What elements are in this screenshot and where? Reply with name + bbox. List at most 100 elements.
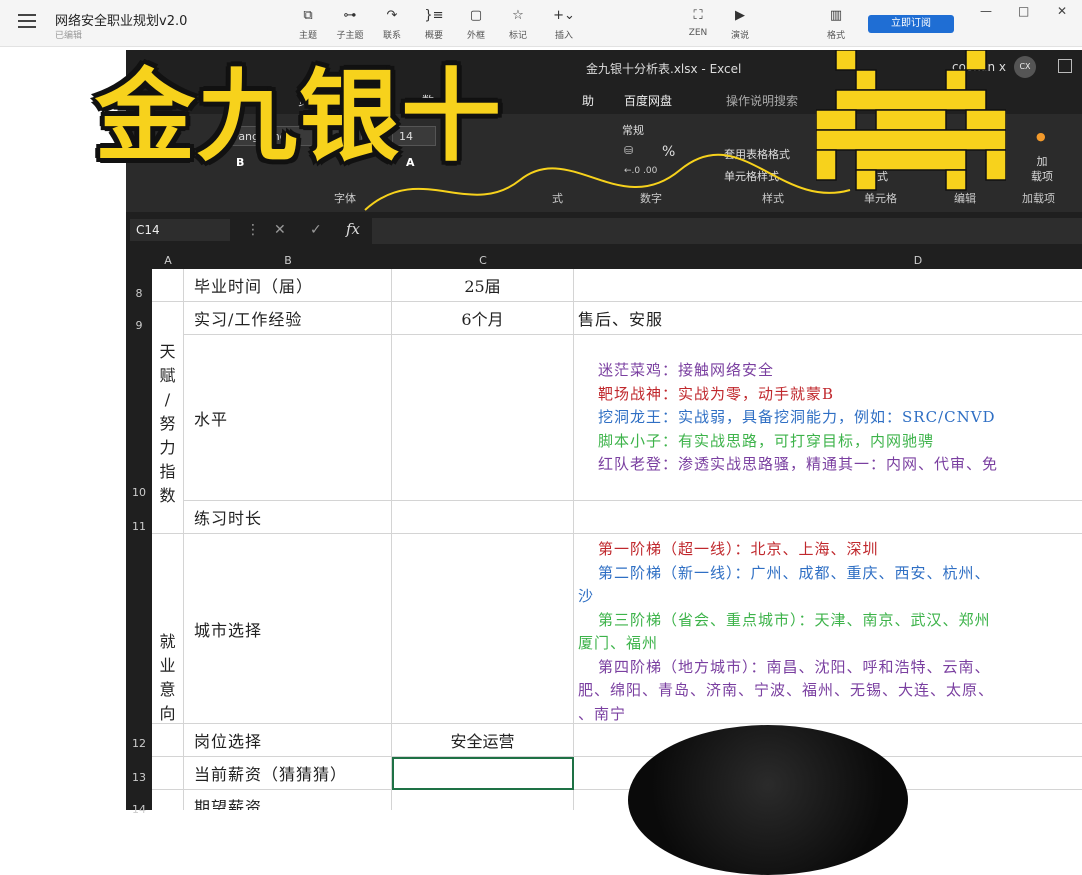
cell-group-employment[interactable]: 就 业 意 向 (152, 534, 184, 724)
level-line: 红队老登：渗透实战思路骚，精通其一：内网、代审、免 (598, 455, 999, 473)
cell-c9[interactable]: 6个月 (392, 302, 574, 335)
ribbon-display-icon[interactable] (1058, 59, 1072, 73)
row-header[interactable]: 9 (126, 319, 152, 332)
cell-c12[interactable] (392, 534, 574, 724)
row-header[interactable]: 12 (126, 737, 152, 750)
toolbar-frame-button[interactable]: ▢ 外框 (456, 8, 496, 41)
level-line: 靶场战神：实战为零，动手就蒙B (598, 384, 835, 403)
city-line: 厦门、福州 (578, 634, 659, 652)
cell-d12[interactable]: 第一阶梯（超一线）：北京、上海、深圳 第二阶梯（新一线）：广州、成都、重庆、西安… (574, 534, 1082, 724)
toolbar-summary-button[interactable]: }≡ 概要 (414, 8, 454, 41)
toolbar-link-button[interactable]: ↷ 联系 (372, 8, 412, 41)
format-icon: ▥ (829, 8, 843, 23)
column-header-a[interactable]: A (152, 254, 184, 267)
theme-icon: ⧉ (303, 8, 313, 23)
column-header-c[interactable]: C (392, 254, 574, 267)
cell-a14[interactable] (152, 757, 184, 790)
toolbar-present-button[interactable]: ▶ 演说 (720, 8, 760, 41)
document-status: 已编辑 (55, 31, 83, 41)
cancel-icon[interactable]: ✕ (274, 222, 286, 238)
cell-b8[interactable]: 毕业时间（届） (184, 269, 392, 302)
pixel-invader-icon (816, 50, 1006, 191)
city-line: 第四阶梯（地方城市）：南昌、沈阳、呼和浩特、云南、 (598, 657, 991, 676)
minimize-icon[interactable]: — (980, 4, 992, 18)
subtopic-icon: ⊶ (343, 8, 357, 23)
cell-d9[interactable]: 售后、安服 (574, 302, 1082, 335)
city-line: 第三阶梯（省会、重点城市）：天津、南京、武汉、郑州 (598, 610, 991, 629)
zen-icon: ⛶ (693, 8, 703, 23)
level-line: 挖洞龙王：实战弱，具备挖洞能力，例如：SRC/CNVD (598, 408, 996, 426)
sheet-grid: 毕业时间（届） 25届 天 赋 / 努 力 指 数 实习/工作经验 6个月 售后… (152, 269, 1082, 810)
app-toolbar: 网络安全职业规划v2.0 已编辑 ⧉ 主题 ⊶ 子主题 ↷ 联系 }≡ 概要 ▢ 外框 ☆… (0, 0, 1082, 47)
cell-d8[interactable] (574, 269, 1082, 302)
cell-c13[interactable]: 安全运营 (392, 724, 574, 757)
more-options-icon[interactable]: ⋮ (246, 222, 260, 238)
maximize-icon[interactable]: □ (1018, 4, 1029, 18)
level-line: 迷茫菜鸡：接触网络安全 (598, 361, 775, 379)
enter-icon[interactable]: ✓ (310, 222, 322, 238)
addin-icon: ● (1036, 130, 1046, 143)
row-header[interactable]: 13 (126, 771, 152, 784)
cell-c11[interactable] (392, 501, 574, 534)
cell-b11[interactable]: 练习时长 (184, 501, 392, 534)
city-line: 肥、绵阳、青岛、济南、宁波、福州、无锡、大连、太原、 (578, 681, 995, 699)
excel-file-name: 金九银十分析表.xlsx - Excel (586, 62, 742, 76)
cell-a15[interactable] (152, 790, 184, 810)
toolbar-insert-button[interactable]: +⌄ 插入 (544, 8, 584, 41)
toolbar-format-button[interactable]: ▥ 格式 (816, 8, 856, 41)
summary-icon: }≡ (424, 8, 444, 23)
tab-baidu-pan[interactable]: 百度网盘 (624, 92, 672, 109)
cell-c8[interactable]: 25届 (392, 269, 574, 302)
subscribe-button[interactable]: 立即订阅 (868, 15, 954, 33)
avatar[interactable]: CX (1014, 56, 1036, 78)
cell-c10[interactable] (392, 335, 574, 501)
tab-help[interactable]: 助 (582, 92, 594, 109)
column-header-b[interactable]: B (184, 254, 392, 267)
row-header[interactable]: 8 (126, 287, 152, 300)
tell-me-search[interactable]: 操作说明搜索 (726, 92, 798, 109)
cell-b13[interactable]: 岗位选择 (184, 724, 392, 757)
row-header[interactable]: 11 (126, 520, 152, 533)
name-box[interactable]: C14 (130, 219, 230, 241)
city-line: 、南宁 (578, 704, 627, 723)
cell-c14-selected[interactable] (392, 757, 574, 790)
cell-b10[interactable]: 水平 (184, 335, 392, 501)
level-line: 脚本小子：有实战思路，可打穿目标，内网驰骋 (598, 431, 935, 450)
cell-d10[interactable]: 迷茫菜鸡：接触网络安全 靶场战神：实战为零，动手就蒙B 挖洞龙王：实战弱，具备挖… (574, 335, 1082, 501)
city-line: 第一阶梯（超一线）：北京、上海、深圳 (598, 540, 879, 558)
toolbar-subtopic-button[interactable]: ⊶ 子主题 (330, 8, 370, 41)
city-line: 沙 (578, 587, 595, 605)
marker-icon: ☆ (512, 8, 524, 23)
insert-icon: +⌄ (553, 8, 575, 23)
cell-a13[interactable] (152, 724, 184, 757)
addins-group-label: 加载项 (1022, 192, 1055, 205)
frame-icon: ▢ (469, 8, 483, 23)
present-icon: ▶ (735, 8, 745, 23)
cell-group-talent[interactable]: 天 赋 / 努 力 指 数 (152, 302, 184, 534)
hamburger-menu-icon[interactable] (18, 14, 36, 28)
font-group-label: 字体 (334, 192, 356, 205)
cell-d11[interactable] (574, 501, 1082, 534)
column-header-d[interactable]: D (574, 254, 1082, 267)
toolbar-zen-button[interactable]: ⛶ ZEN (678, 8, 718, 38)
cell-a8[interactable] (152, 269, 184, 302)
number-format-select[interactable]: 常规 (622, 122, 644, 138)
close-icon[interactable]: ✕ (1057, 4, 1067, 18)
function-icon[interactable]: fx (346, 220, 360, 238)
cell-b12[interactable]: 城市选择 (184, 534, 392, 724)
presenter-head-image (628, 725, 908, 875)
link-icon: ↷ (386, 8, 398, 23)
cell-c15[interactable] (392, 790, 574, 810)
city-line: 第二阶梯（新一线）：广州、成都、重庆、西安、杭州、 (598, 563, 991, 582)
column-headers: A B C D (126, 252, 1082, 269)
cell-b9[interactable]: 实习/工作经验 (184, 302, 392, 335)
document-title: 网络安全职业规划v2.0 (55, 14, 188, 29)
overlay-title: 金九银十 (95, 58, 503, 175)
cell-b15[interactable]: 期望薪资 (184, 790, 392, 810)
addin-button[interactable]: 加 载项 (1031, 154, 1053, 184)
cell-b14[interactable]: 当前薪资（猜猜猜） (184, 757, 392, 790)
toolbar-marker-button[interactable]: ☆ 标记 (498, 8, 538, 41)
row-headers: 8 9 10 11 12 13 14 (126, 269, 152, 816)
toolbar-theme-button[interactable]: ⧉ 主题 (288, 8, 328, 41)
row-header[interactable]: 10 (126, 486, 152, 499)
